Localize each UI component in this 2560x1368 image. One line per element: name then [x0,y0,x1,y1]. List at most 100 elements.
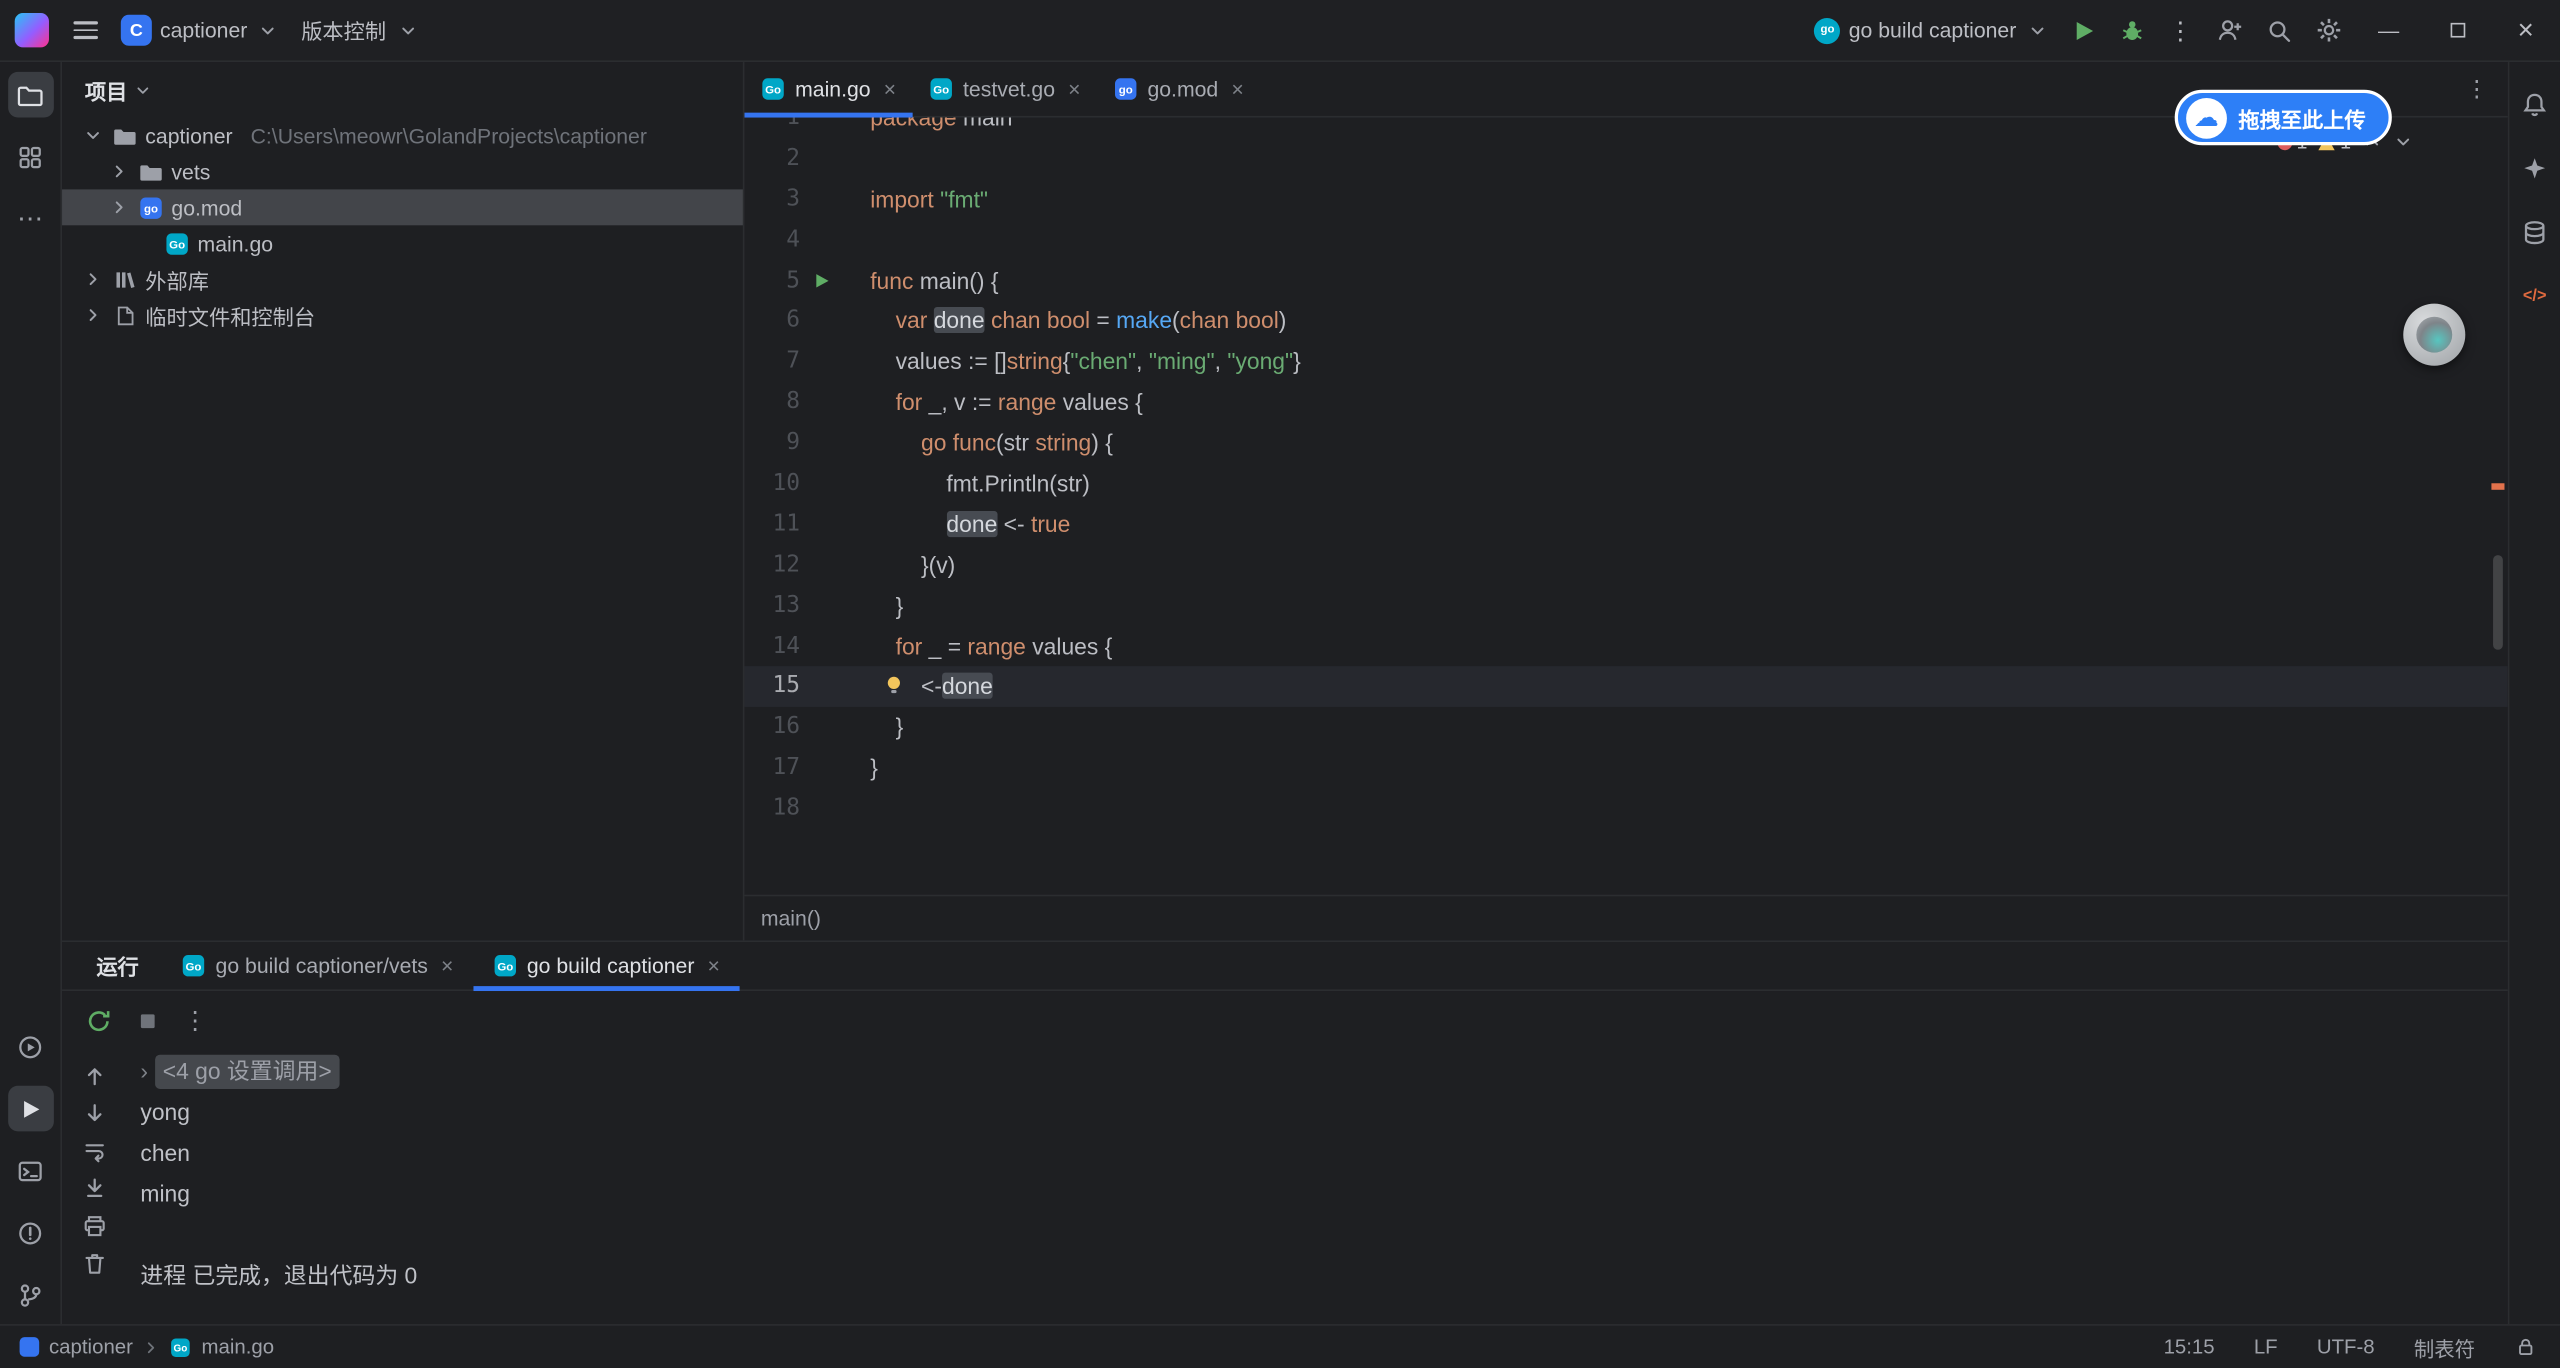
notifications-button[interactable] [2512,82,2558,128]
tree-item-captioner[interactable]: captionerC:\Users\meowr\GolandProjects\c… [62,118,743,154]
endpoints-button[interactable]: </> [2512,273,2558,319]
services-tool-button[interactable] [7,1024,53,1070]
chevron-right-icon[interactable] [82,305,105,325]
terminal-tool-button[interactable] [7,1148,53,1194]
settings-button[interactable] [2304,6,2355,55]
project-panel-header[interactable]: 项目 [62,62,743,118]
close-tab-icon[interactable]: × [1068,77,1080,101]
code-line-6[interactable]: 6 var done chan bool = make(chan bool) [744,301,2507,342]
scroll-to-end-button[interactable] [82,1176,108,1202]
code-line-18[interactable]: 18 [744,789,2507,830]
code-text: func main() { [842,261,998,302]
kebab-icon[interactable]: ⋮ [183,1006,207,1035]
structure-tool-button[interactable] [7,134,53,180]
project-widget[interactable]: C captioner [109,6,289,55]
close-button[interactable]: × [2491,0,2560,61]
close-tab-icon[interactable]: × [441,953,453,977]
close-tab-icon[interactable]: × [1231,77,1243,101]
search-everywhere-button[interactable] [2255,6,2304,55]
run-gutter-icon[interactable] [800,261,842,302]
minimize-button[interactable]: — [2354,0,2423,61]
statusbar-breadcrumb[interactable]: captioner Go main.go [20,1336,275,1359]
scrollbar-thumb[interactable] [2493,555,2503,650]
run-tool-button[interactable] [7,1086,53,1132]
print-button[interactable] [82,1213,108,1239]
code-line-7[interactable]: 7 values := []string{"chen", "ming", "yo… [744,342,2507,383]
services-icon [16,1033,44,1061]
code-line-13[interactable]: 13 } [744,586,2507,627]
run-panel-title[interactable]: 运行 [62,942,162,989]
chevron-down-icon[interactable] [82,126,105,146]
editor-tab-go.mod[interactable]: gogo.mod× [1097,62,1260,116]
code-line-4[interactable]: 4 [744,220,2507,261]
tree-item-临时文件和控制台[interactable]: 临时文件和控制台 [62,297,743,333]
code-line-15[interactable]: 15 <-done [744,667,2507,708]
statusbar-file[interactable]: main.go [202,1336,275,1359]
code-line-11[interactable]: 11 done <- true [744,504,2507,545]
tree-item-vets[interactable]: vets [62,153,743,189]
project-tool-button[interactable] [7,72,53,118]
code-line-9[interactable]: 9 go func(str string) { [744,423,2507,464]
chevron-right-icon[interactable] [108,198,131,218]
soft-wrap-button[interactable] [82,1138,108,1164]
breadcrumb-item[interactable]: main() [761,906,821,930]
code-line-8[interactable]: 8 for _, v := range values { [744,382,2507,423]
problems-tool-button[interactable] [7,1210,53,1256]
statusbar-project[interactable]: captioner [49,1336,133,1359]
run-config-selector[interactable]: go go build captioner [1803,6,2059,55]
floating-overlay-widget[interactable] [2403,304,2465,366]
up-stack-button[interactable] [82,1063,108,1089]
code-line-5[interactable]: 5func main() { [744,261,2507,302]
more-tool-windows-button[interactable]: ⋯ [7,196,53,242]
console-output[interactable]: ›<4 go 设置调用>yongchenming进程 已完成，退出代码为 0 [127,1050,2507,1326]
code-line-16[interactable]: 16 } [744,708,2507,749]
tree-item-main.go[interactable]: Gomain.go [62,225,743,261]
editor-tab-main.go[interactable]: Gomain.go× [744,62,912,116]
vcs-tool-button[interactable] [7,1272,53,1318]
stop-button[interactable] [136,1008,160,1032]
folded-output-chip[interactable]: <4 go 设置调用> [155,1055,340,1089]
indent-style[interactable]: 制表符 [2414,1331,2475,1362]
maximize-button[interactable] [2423,0,2492,61]
intention-bulb-icon[interactable] [883,675,904,696]
editor-scrollbar[interactable] [2491,118,2504,895]
more-actions-button[interactable]: ⋮ [2157,6,2204,55]
code-line-10[interactable]: 10 fmt.Println(str) [744,464,2507,505]
vcs-widget[interactable]: 版本控制 [290,6,429,55]
database-icon [2521,218,2549,246]
line-ending[interactable]: LF [2254,1336,2278,1359]
rerun-button[interactable] [85,1007,113,1035]
chevron-right-icon[interactable] [108,162,131,182]
tree-item-外部库[interactable]: 外部库 [62,261,743,297]
close-tab-icon[interactable]: × [884,77,896,101]
run-tab-go build captioner/vets[interactable]: Gogo build captioner/vets× [162,942,473,989]
run-button[interactable] [2059,6,2108,55]
tree-item-go.mod[interactable]: gogo.mod [62,189,743,225]
ai-assistant-button[interactable] [2512,145,2558,191]
code-with-me-button[interactable] [2204,6,2255,55]
code-line-12[interactable]: 12 }(v) [744,545,2507,586]
add-user-icon [2216,16,2244,44]
code-line-17[interactable]: 17} [744,748,2507,789]
breadcrumb[interactable]: main() [744,895,2507,941]
chevron-right-icon[interactable] [82,269,105,289]
clear-console-button[interactable] [82,1251,108,1277]
editor-tab-testvet.go[interactable]: Gotestvet.go× [912,62,1096,116]
debug-button[interactable] [2108,6,2157,55]
code-editor[interactable]: 1package main23import "fmt"45func main()… [744,118,2507,895]
file-encoding[interactable]: UTF-8 [2317,1336,2375,1359]
main-menu-button[interactable] [62,6,109,55]
next-problem-button[interactable] [2393,132,2413,152]
down-stack-button[interactable] [82,1100,108,1126]
database-button[interactable] [2512,209,2558,255]
close-tab-icon[interactable]: × [707,953,719,977]
upload-overlay[interactable]: ☁ 拖拽至此上传 [2175,90,2392,146]
kebab-icon: ⋮ [2168,16,2192,45]
run-tab-go build captioner[interactable]: Gogo build captioner× [473,942,740,989]
code-line-14[interactable]: 14 for _ = range values { [744,626,2507,667]
code-line-3[interactable]: 3import "fmt" [744,179,2507,220]
fold-arrow-icon[interactable]: › [140,1051,148,1092]
tab-options-button[interactable]: ⋮ [2446,62,2508,116]
caret-position[interactable]: 15:15 [2164,1336,2215,1359]
lock-icon[interactable] [2514,1336,2537,1359]
